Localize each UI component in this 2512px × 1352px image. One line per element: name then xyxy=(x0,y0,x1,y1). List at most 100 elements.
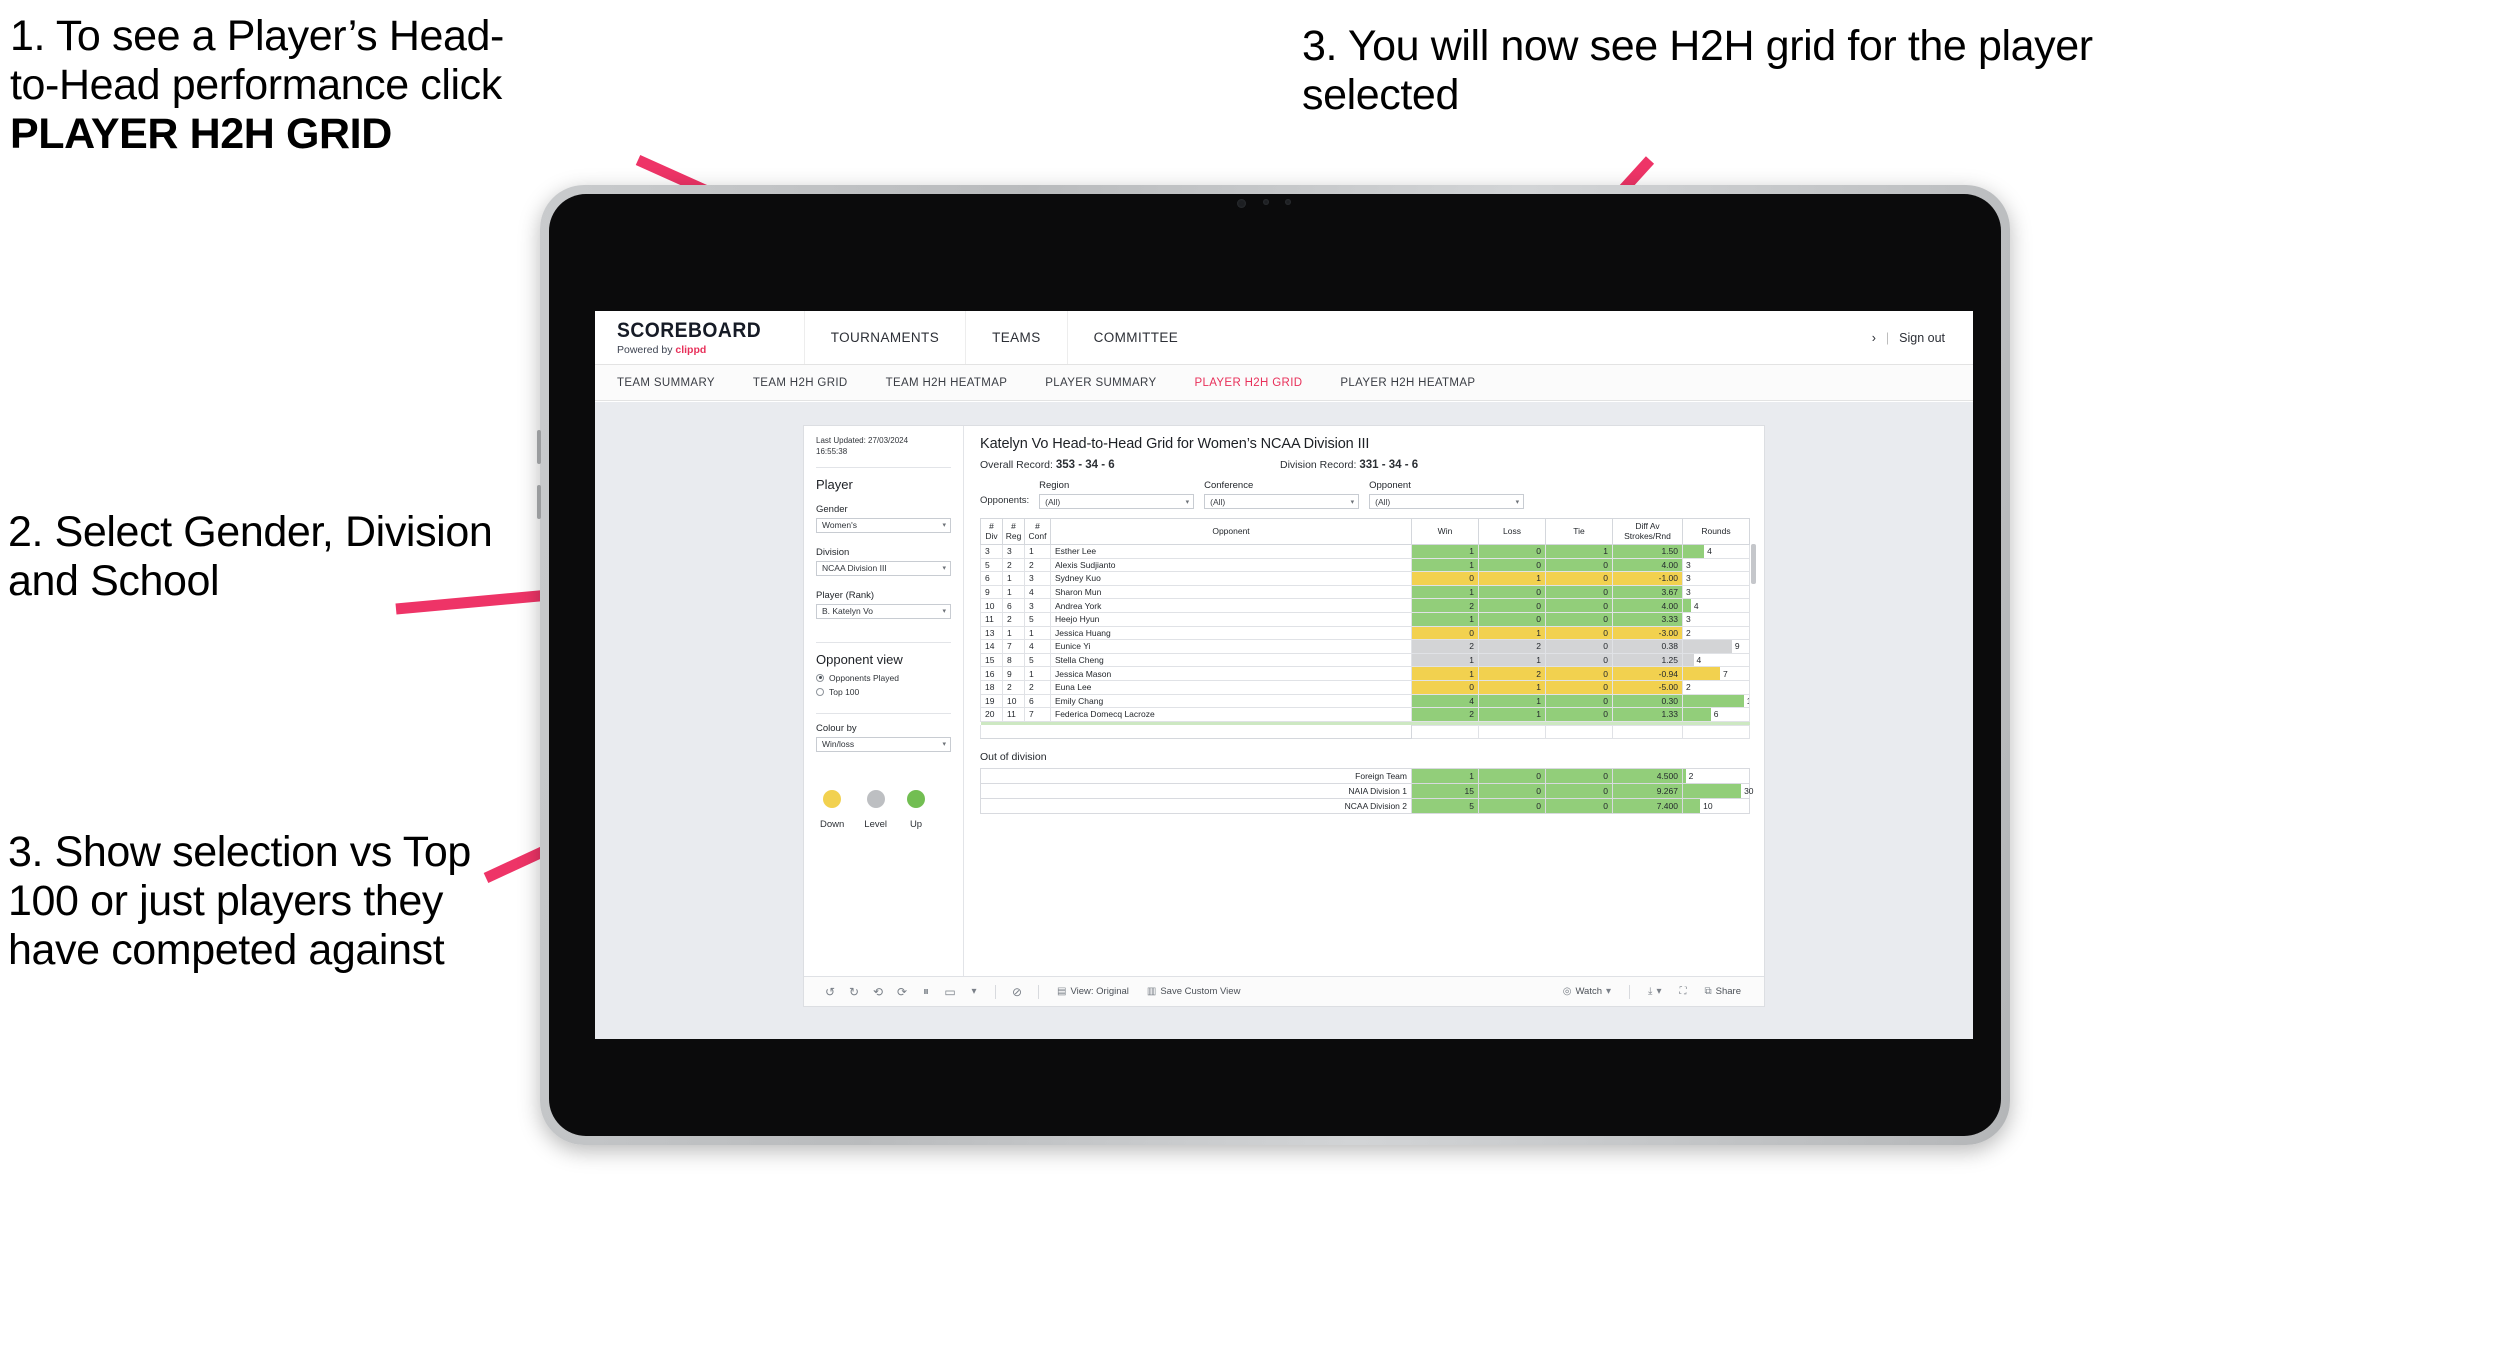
nav-teams[interactable]: TEAMS xyxy=(965,311,1067,364)
table-row[interactable]: 3 3 1 Esther Lee 1 0 1 1.50 4 xyxy=(980,544,1750,559)
gender-dropdown[interactable]: Women's ▾ xyxy=(816,517,951,533)
last-updated-line1: Last Updated: 27/03/2024 xyxy=(816,436,909,445)
fullscreen-icon: ⛶ xyxy=(1679,986,1687,997)
watch-button[interactable]: ◎ Watch ▾ xyxy=(1554,986,1620,997)
filter-opponent-dropdown[interactable]: (All) ▾ xyxy=(1369,494,1525,509)
radio-opponents-played[interactable]: Opponents Played xyxy=(816,673,951,683)
tab-player-h2h-heatmap[interactable]: PLAYER H2H HEATMAP xyxy=(1340,377,1475,389)
overall-record-value: 353 - 34 - 6 xyxy=(1055,459,1115,471)
out-of-division-row[interactable]: Foreign Team 1 0 0 4.500 2 xyxy=(980,768,1750,785)
sensor2-icon xyxy=(1285,199,1291,205)
gender-value: Women's xyxy=(822,520,858,531)
alert-icon[interactable]: ⊘ xyxy=(1005,985,1029,999)
brand-logo[interactable]: SCOREBOARD Powered by clippd xyxy=(617,320,804,356)
nav-committee[interactable]: COMMITTEE xyxy=(1066,311,1205,364)
cell-opponent: Emily Chang xyxy=(1050,693,1412,709)
cell-win: 2 xyxy=(1411,639,1479,654)
fullscreen-button[interactable]: ⛶ xyxy=(1671,986,1696,997)
nav-tournaments[interactable]: TOURNAMENTS xyxy=(803,311,965,364)
radio-label-top-100: Top 100 xyxy=(829,686,860,697)
cell-tie: 0 xyxy=(1545,768,1613,785)
cell-rounds: 4 xyxy=(1682,544,1750,559)
h2h-table: #Div #Reg #Conf Opponent Win Loss Tie xyxy=(980,518,1750,740)
rectangle-select-icon[interactable]: ▭ xyxy=(938,985,962,999)
player-dropdown[interactable]: B. Katelyn Vo ▾ xyxy=(816,603,951,619)
callout-step-3-result: 3. You will now see H2H grid for the pla… xyxy=(1302,22,2093,120)
table-row[interactable]: 16 9 1 Jessica Mason 1 2 0 -0.94 7 xyxy=(980,666,1750,681)
redo-icon[interactable]: ↻ xyxy=(842,985,866,999)
filter-region-dropdown[interactable]: (All) ▾ xyxy=(1039,494,1195,509)
table-row[interactable]: 9 1 4 Sharon Mun 1 0 0 3.67 3 xyxy=(980,584,1750,600)
sign-out-link[interactable]: Sign out xyxy=(1899,331,1945,345)
table-row[interactable]: 5 2 2 Alexis Sudjianto 1 0 0 4.00 3 xyxy=(980,557,1750,573)
out-of-division-row[interactable]: NCAA Division 2 5 0 0 7.400 10 xyxy=(980,798,1750,815)
tab-team-h2h-grid[interactable]: TEAM H2H GRID xyxy=(753,377,848,389)
table-row[interactable]: 10 6 3 Andrea York 2 0 0 4.00 4 xyxy=(980,598,1750,613)
save-custom-view-button[interactable]: ▥ Save Custom View xyxy=(1138,986,1250,997)
table-row[interactable]: 15 8 5 Stella Cheng 1 1 0 1.25 4 xyxy=(980,652,1750,668)
table-row[interactable]: 19106Emily Chang4100.3011 xyxy=(980,693,1750,709)
label-gender: Gender xyxy=(816,503,848,515)
th-div-l1: # xyxy=(989,520,994,531)
cell-loss: 0 xyxy=(1478,611,1546,627)
cell-conf: 2 xyxy=(1024,679,1051,695)
callout-1-line3: PLAYER H2H GRID xyxy=(10,110,392,159)
undo-icon[interactable]: ↺ xyxy=(818,985,842,999)
table-row[interactable]: 11 2 5 Heejo Hyun 1 0 0 3.33 3 xyxy=(980,611,1750,627)
cell-rounds: 6 xyxy=(1682,707,1750,722)
colour-by-dropdown[interactable]: Win/loss ▾ xyxy=(816,736,951,752)
page-title: Katelyn Vo Head-to-Head Grid for Women’s… xyxy=(980,436,1370,452)
cell-div: 16 xyxy=(980,666,1003,681)
table-row[interactable]: 6 1 3 Sydney Kuo 0 1 0 -1.00 3 xyxy=(980,571,1750,586)
download-button[interactable]: ⤓ ▾ xyxy=(1639,986,1670,997)
division-dropdown[interactable]: NCAA Division III ▾ xyxy=(816,560,951,576)
pause-icon[interactable]: ⏸ xyxy=(914,984,938,999)
th-reg: # Reg xyxy=(1002,518,1025,545)
tab-team-h2h-heatmap[interactable]: TEAM H2H HEATMAP xyxy=(886,377,1008,389)
table-row[interactable]: 13 1 1 Jessica Huang 0 1 0 -3.00 2 xyxy=(980,625,1750,641)
table-row[interactable]: 20 11 7 Federica Domecq Lacroze 2 1 0 1.33 6 xyxy=(980,707,1750,722)
tab-team-summary[interactable]: TEAM SUMMARY xyxy=(617,377,715,389)
app-top-bar: SCOREBOARD Powered by clippd TOURNAMENTS… xyxy=(595,311,1973,365)
table-row[interactable]: 18 2 2 Euna Lee 0 1 0 -5.00 2 xyxy=(980,679,1750,695)
legend-level: Level xyxy=(864,789,887,830)
cell-opponent: Federica Domecq Lacroze xyxy=(1050,707,1412,722)
revert-icon[interactable]: ⟲ xyxy=(866,985,890,999)
cell-conf: 3 xyxy=(1024,571,1051,586)
callout-step-3: 3. Show selection vs Top 100 or just pla… xyxy=(8,828,471,975)
radio-top-100[interactable]: Top 100 xyxy=(816,687,951,697)
chevron-right-icon[interactable]: › xyxy=(1872,331,1876,345)
refresh-icon[interactable]: ⟳ xyxy=(890,985,914,999)
cell-win: 1 xyxy=(1411,544,1479,559)
table-scrollbar[interactable] xyxy=(1751,544,1756,584)
table-row[interactable]: 14 7 4 Eunice Yi 2 2 0 0.38 9 xyxy=(980,639,1750,654)
tablet-screen: SCOREBOARD Powered by clippd TOURNAMENTS… xyxy=(595,311,1973,1039)
cell-win: 1 xyxy=(1411,768,1479,785)
caret-down-icon[interactable]: ▾ xyxy=(962,986,986,997)
cell-win: 0 xyxy=(1411,679,1479,695)
tab-player-h2h-grid[interactable]: PLAYER H2H GRID xyxy=(1194,377,1302,389)
out-of-division-row[interactable]: NAIA Division 1 15 0 0 9.267 30 xyxy=(980,783,1754,800)
legend-label-up: Up xyxy=(909,818,923,830)
cell-win: 2 xyxy=(1411,707,1479,722)
tab-player-summary[interactable]: PLAYER SUMMARY xyxy=(1045,377,1156,389)
last-updated-line2: 16:55:38 xyxy=(816,446,848,456)
th-diff: Diff Av Strokes/Rnd xyxy=(1612,518,1683,545)
dashboard-toolbar: ↺ ↻ ⟲ ⟳ ⏸ ▭ ▾ ⊘ ▤ View: Original ▥ Save … xyxy=(804,976,1764,1006)
chevron-down-icon: ▾ xyxy=(942,565,946,573)
cell-rounds: 2 xyxy=(1682,679,1750,695)
cell-rounds: 9 xyxy=(1682,639,1750,654)
watch-icon: ◎ xyxy=(1562,986,1572,997)
filter-conference-dropdown[interactable]: (All) ▾ xyxy=(1204,494,1360,509)
cell-win: 0 xyxy=(1411,625,1479,641)
cell-reg: 8 xyxy=(1002,652,1025,668)
cell-opponent: Jessica Mason xyxy=(1050,666,1412,681)
share-button[interactable]: ⧉ Share xyxy=(1696,986,1751,997)
cell-tie: 0 xyxy=(1545,679,1613,695)
view-original-button[interactable]: ▤ View: Original xyxy=(1048,986,1138,997)
dashboard-container: Last Updated: 27/03/2024 16:55:38 Player… xyxy=(804,426,1764,1006)
radio-icon-unselected xyxy=(816,687,824,696)
cell-win: 1 xyxy=(1411,666,1479,681)
cell-conf: 1 xyxy=(1024,666,1051,681)
legend-dot-up xyxy=(907,789,926,808)
